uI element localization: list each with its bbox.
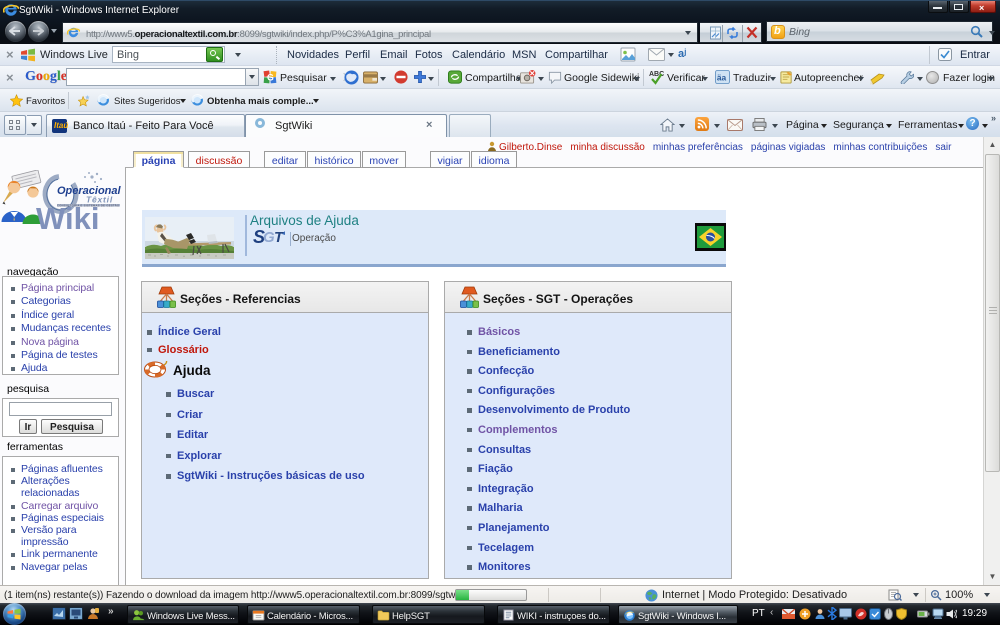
svg-text:Wiki: Wiki xyxy=(36,201,99,236)
svg-text:T: T xyxy=(274,229,285,246)
svg-text:äa: äa xyxy=(717,72,727,82)
svg-text:G: G xyxy=(267,73,274,83)
